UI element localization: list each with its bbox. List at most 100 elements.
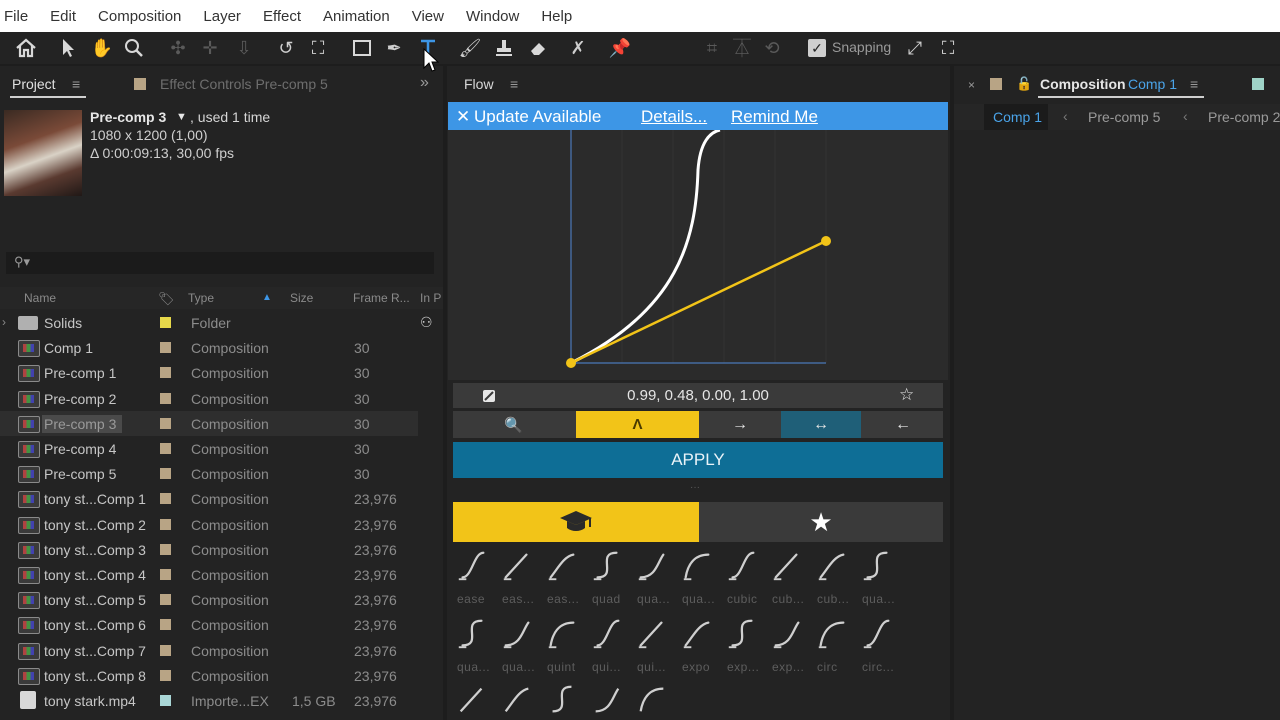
home-icon[interactable] (14, 36, 38, 60)
ease-in-icon[interactable]: ← (863, 411, 943, 438)
preset-curve-icon[interactable] (635, 549, 669, 583)
breadcrumb-pre-comp-5[interactable]: Pre-comp 5 (1088, 109, 1160, 125)
preset-curve-icon[interactable] (545, 549, 579, 583)
preset-curve-icon[interactable] (815, 549, 849, 583)
column-in-point[interactable]: In P (420, 291, 441, 305)
label-color-swatch[interactable] (160, 669, 171, 681)
column-type[interactable]: Type (188, 291, 214, 305)
label-color-swatch[interactable] (160, 695, 171, 706)
preset-curve-icon[interactable] (860, 549, 894, 583)
menu-window[interactable]: Window (466, 8, 519, 25)
rectangle-tool-icon[interactable] (350, 36, 374, 60)
preset-curve-icon[interactable] (815, 617, 849, 651)
curve-values-text[interactable]: 0.99, 0.48, 0.00, 1.00 (453, 387, 943, 404)
preset-curve-icon[interactable] (545, 617, 579, 651)
preset-curve-icon[interactable] (725, 549, 759, 583)
zoom-tool-icon[interactable] (122, 36, 146, 60)
orbit-tool-icon[interactable]: ✣ (166, 36, 190, 60)
table-row[interactable]: tony st...Comp 4 Composition 23,976 (0, 562, 418, 587)
table-row[interactable]: tony st...Comp 5 Composition 23,976 (0, 587, 418, 612)
menu-animation[interactable]: Animation (323, 8, 390, 25)
anchor-tool-icon[interactable]: ⛶ (306, 36, 330, 60)
picker-icon[interactable]: 🔍 (453, 411, 574, 438)
preset-curve-icon[interactable] (635, 617, 669, 651)
menu-effect[interactable]: Effect (263, 8, 301, 25)
rotate-tool-icon[interactable]: ↺ (274, 36, 298, 60)
flow-menu-icon[interactable]: ≡ (510, 76, 518, 92)
table-row[interactable]: Pre-comp 1 Composition 30 (0, 360, 418, 385)
label-color-swatch[interactable] (160, 493, 171, 505)
table-row[interactable]: Pre-comp 4 Composition 30 (0, 436, 418, 461)
preset-curve-icon[interactable] (770, 617, 804, 651)
start-handle[interactable] (566, 358, 576, 368)
table-row[interactable]: Comp 1 Composition 30 (0, 335, 418, 360)
dolly-tool-icon[interactable]: ⇩ (232, 36, 256, 60)
column-size[interactable]: Size (290, 291, 313, 305)
expand-twirl-icon[interactable]: › (2, 315, 6, 329)
curve-editor[interactable] (448, 128, 948, 380)
breadcrumb-pre-comp-2[interactable]: Pre-comp 2 (1208, 109, 1280, 125)
pan-tool-icon[interactable]: ✛ (198, 36, 222, 60)
menu-layer[interactable]: Layer (203, 8, 241, 25)
details-link[interactable]: Details... (641, 107, 707, 127)
table-row[interactable]: tony st...Comp 3 Composition 23,976 (0, 537, 418, 562)
menu-composition[interactable]: Composition (98, 8, 181, 25)
column-frame-rate[interactable]: Frame R... (353, 291, 410, 305)
label-color-swatch[interactable] (160, 619, 171, 631)
tab-learn[interactable] (453, 502, 699, 542)
project-menu-icon[interactable]: ≡ (72, 76, 80, 92)
preset-curve-icon[interactable] (590, 617, 624, 651)
label-color-swatch[interactable] (160, 569, 171, 580)
ease-out-icon[interactable]: → (701, 411, 779, 438)
table-row[interactable]: tony st...Comp 1 Composition 23,976 (0, 486, 418, 511)
local-axis-icon[interactable]: ⌗ (700, 36, 724, 60)
search-input[interactable] (6, 252, 434, 274)
label-color-swatch[interactable] (160, 518, 171, 530)
tab-flow[interactable]: Flow (464, 76, 494, 92)
view-axis-icon[interactable]: ⟲ (760, 36, 784, 60)
remind-me-link[interactable]: Remind Me (731, 107, 818, 127)
menu-file[interactable]: File (4, 8, 28, 25)
folder-row[interactable]: › Solids Folder ⚇ (0, 310, 433, 335)
selection-tool-icon[interactable] (56, 36, 80, 60)
label-color-swatch[interactable] (160, 443, 171, 454)
panel-resize-handle[interactable]: ··· (690, 482, 700, 493)
composition-label[interactable]: Composition (1040, 76, 1126, 92)
flowchart-icon[interactable]: ⚇ (420, 314, 433, 331)
menu-view[interactable]: View (412, 8, 444, 25)
lock-icon[interactable]: 🔓 (1016, 76, 1032, 92)
world-axis-icon[interactable]: ⏄ (730, 36, 754, 60)
tab-effect-controls[interactable]: Effect Controls Pre-comp 5 (160, 76, 328, 92)
column-name[interactable]: Name (24, 291, 56, 305)
preset-curve-icon[interactable] (635, 683, 669, 717)
table-row[interactable]: Pre-comp 3 Composition 30 (0, 410, 418, 436)
menu-edit[interactable]: Edit (50, 8, 76, 25)
preset-curve-icon[interactable] (590, 549, 624, 583)
tab-project[interactable]: Project (12, 76, 56, 92)
preset-curve-icon[interactable] (455, 683, 489, 717)
preset-curve-icon[interactable] (770, 549, 804, 583)
close-update-icon[interactable]: ✕ (456, 107, 470, 127)
preset-curve-icon[interactable] (725, 617, 759, 651)
active-comp-name[interactable]: Comp 1 (1128, 76, 1177, 92)
table-row[interactable]: tony st...Comp 6 Composition 23,976 (0, 612, 418, 637)
label-column-icon[interactable]: 🏷 (158, 291, 175, 307)
snap-edges-icon[interactable]: ⤢ (903, 36, 927, 60)
composition-menu-icon[interactable]: ≡ (1190, 76, 1198, 92)
preset-curve-icon[interactable] (500, 617, 534, 651)
pen-tool-icon[interactable]: ✒ (382, 36, 406, 60)
table-row[interactable]: tony stark.mp4 Importe...EX 1,5 GB 23,976 (0, 688, 418, 713)
brush-tool-icon[interactable]: 🖌 (458, 36, 482, 60)
label-color-swatch[interactable] (160, 317, 171, 328)
table-row[interactable]: Pre-comp 5 Composition 30 (0, 461, 418, 486)
label-color-swatch[interactable] (160, 367, 171, 379)
snapping-checkbox[interactable]: ✓ (808, 39, 826, 57)
eraser-tool-icon[interactable] (526, 36, 550, 60)
table-row[interactable]: tony st...Comp 2 Composition 23,976 (0, 512, 418, 537)
auto-mode-icon[interactable]: Λ (576, 411, 699, 438)
preset-curve-icon[interactable] (545, 683, 579, 717)
label-color-swatch[interactable] (160, 468, 171, 480)
preset-curve-icon[interactable] (860, 617, 894, 651)
label-color-swatch[interactable] (160, 392, 171, 404)
preset-curve-icon[interactable] (455, 617, 489, 651)
